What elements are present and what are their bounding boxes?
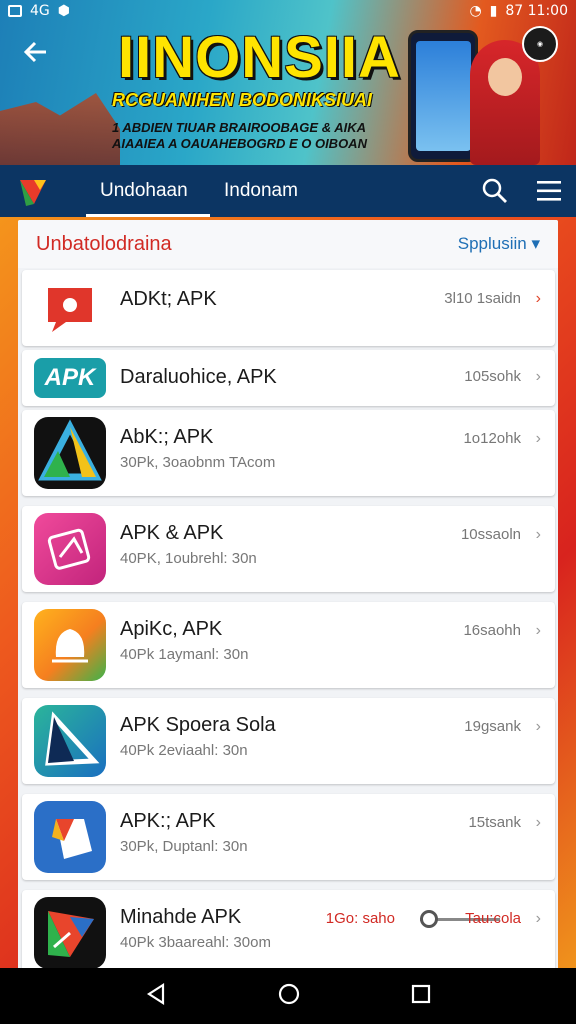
banner-line-2: AIAAIEA A OAUAHEBOGRD E O OIBOAN (112, 136, 367, 151)
chevron-right-icon[interactable]: › (536, 526, 541, 544)
sort-dropdown[interactable]: Spplusiin ▾ (458, 234, 540, 254)
tab-indonam[interactable]: Indonam (210, 165, 312, 217)
chevron-right-icon[interactable]: › (536, 622, 541, 640)
app-name: ApiKc, APK (120, 618, 223, 640)
app-name: Daraluohice, APK (120, 366, 277, 388)
back-arrow-icon[interactable] (22, 38, 50, 72)
tab-undohaan[interactable]: Undohaan (86, 165, 210, 217)
app-size: 3l10 1saidn (444, 290, 521, 307)
menu-icon[interactable] (522, 165, 576, 217)
blue-triangle-icon (34, 705, 106, 777)
app-name: APK Spoera Sola (120, 714, 276, 736)
status-right: ◔ ▮ 87 11:00 (469, 3, 568, 19)
app-row[interactable]: ApiKc, APK 40Pk 1aymanl: 30n 16saohh › (22, 602, 555, 688)
app-size: 15tsank (468, 814, 521, 831)
system-nav-bar (0, 968, 576, 1024)
status-time: 87 11:00 (505, 3, 568, 19)
chevron-right-icon[interactable]: › (536, 814, 541, 832)
wifi-icon: ◔ (469, 3, 482, 19)
home-circle-icon[interactable] (277, 982, 301, 1011)
app-logo-icon[interactable] (0, 165, 66, 217)
chevron-right-icon[interactable]: › (536, 290, 541, 308)
app-subtitle: 30Pk, 3oaobnm TAcom (120, 454, 276, 471)
app-size-left: 1Go: saho (325, 910, 395, 927)
app-subtitle: 40PK, 1oubrehl: 30n (120, 550, 257, 567)
folded-tag-icon (34, 801, 106, 873)
panel-header: Unbatolodraina Spplusiin ▾ (18, 220, 558, 268)
app-row[interactable]: APK Spoera Sola 40Pk 2eviaahl: 30n 19gsa… (22, 698, 555, 784)
triangle-play-icon (34, 417, 106, 489)
app-subtitle: 40Pk 3baareahl: 30om (120, 934, 271, 951)
pink-tag-icon (34, 513, 106, 585)
app-name: ADKt; APK (120, 288, 217, 310)
top-nav: Undohaan Indonam (0, 165, 576, 217)
apk-badge-icon: APK (34, 358, 106, 398)
chevron-right-icon[interactable]: › (536, 368, 541, 386)
network-type: 4G (30, 3, 50, 19)
bell-leaf-icon (34, 609, 106, 681)
app-subtitle: 40Pk 1aymanl: 30n (120, 646, 249, 663)
city-illustration (0, 93, 120, 165)
app-size: 19gsank (464, 718, 521, 735)
notification-icon: ⬢ (57, 3, 70, 19)
app-size: 16saohh (463, 622, 521, 639)
recents-square-icon[interactable] (411, 984, 431, 1009)
promo-banner: IINONSIIA RCGUANIHEN BODONIKSIUAI 1 ABDI… (0, 0, 576, 165)
app-name: APK & APK (120, 522, 224, 544)
banner-subtitle: RCGUANIHEN BODONIKSIUAI (112, 90, 373, 110)
app-row[interactable]: Minahde APK 40Pk 3baareahl: 30om 1Go: sa… (22, 890, 555, 970)
red-chat-icon (34, 274, 106, 346)
signal-icon: ▮ (489, 3, 498, 19)
panel-title: Unbatolodraina (36, 232, 172, 255)
app-size: 1o12ohk (463, 430, 521, 447)
banner-title: IINONSIIA (118, 25, 401, 90)
status-left: 4G ⬢ (8, 3, 70, 19)
app-name: APK:; APK (120, 810, 216, 832)
app-row[interactable]: ADKt; APK 3l10 1saidn › (22, 270, 555, 346)
chevron-right-icon[interactable]: › (536, 430, 541, 448)
app-name: Minahde APK (120, 906, 242, 928)
app-size: 105sohk (464, 368, 521, 385)
app-name: AbK:; APK (120, 426, 214, 448)
search-icon[interactable] (468, 165, 522, 217)
app-row[interactable]: APK Daraluohice, APK 105sohk › (22, 350, 555, 406)
chevron-right-icon[interactable]: › (536, 718, 541, 736)
app-row[interactable]: APK:; APK 30Pk, Duptanl: 30n 15tsank › (22, 794, 555, 880)
banner-line-1: 1 ABDIEN TIUAR BRAIROOBAGE & AIKA (112, 120, 366, 135)
status-bar: 4G ⬢ ◔ ▮ 87 11:00 (0, 0, 576, 22)
app-row[interactable]: APK & APK 40PK, 1oubrehl: 30n 10ssaoln › (22, 506, 555, 592)
app-subtitle: 40Pk 2eviaahl: 30n (120, 742, 248, 759)
colorful-arrow-icon (34, 897, 106, 969)
app-size: 10ssaoln (460, 526, 521, 543)
app-row[interactable]: AbK:; APK 30Pk, 3oaobnm TAcom 1o12ohk › (22, 410, 555, 496)
screenshot-icon (8, 5, 22, 17)
app-subtitle: 30Pk, Duptanl: 30n (120, 838, 248, 855)
app-size: Tau:cola (465, 910, 521, 927)
app-list-panel: Unbatolodraina Spplusiin ▾ ADKt; APK 3l1… (18, 220, 558, 970)
phone-illustration (408, 30, 478, 162)
slider-knob[interactable] (420, 910, 438, 928)
back-triangle-icon[interactable] (145, 982, 167, 1010)
brand-logo-icon: ◉ (522, 26, 558, 62)
chevron-right-icon[interactable]: › (536, 910, 541, 928)
